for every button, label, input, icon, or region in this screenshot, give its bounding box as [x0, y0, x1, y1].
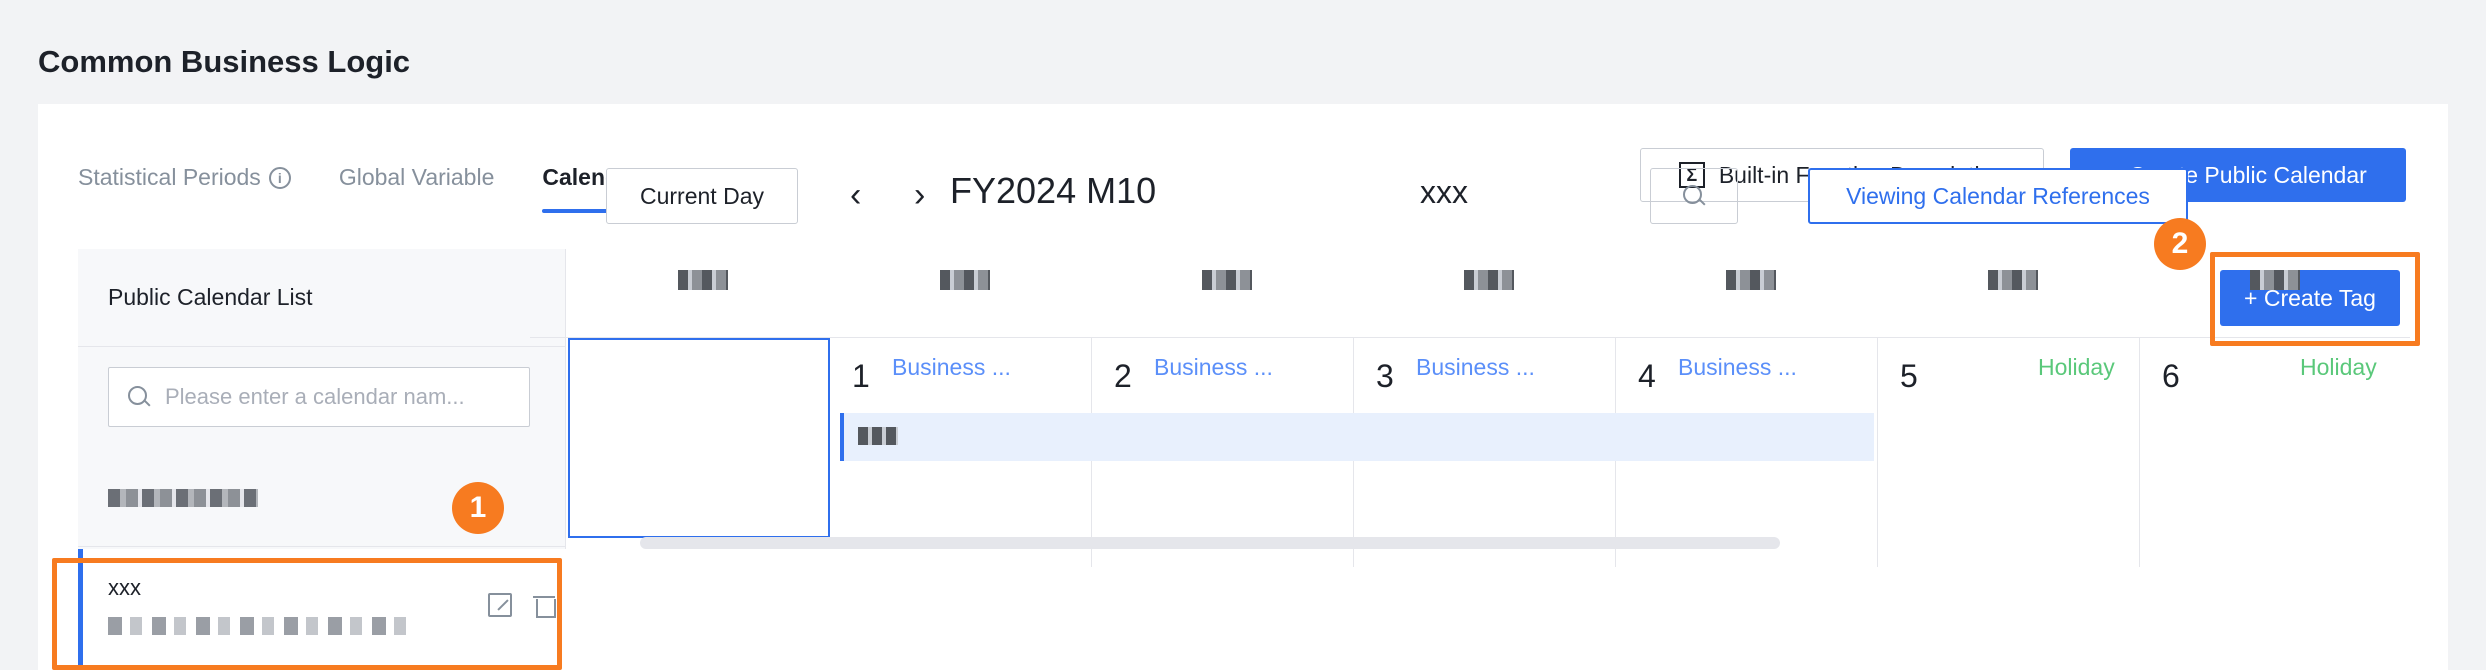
calendar-search-button[interactable]	[1650, 168, 1738, 224]
day-tag: Business ...	[1678, 354, 1797, 380]
day-number: 4	[1638, 358, 1656, 394]
search-placeholder: Please enter a calendar nam...	[165, 384, 465, 409]
day-tag: Business ...	[1154, 354, 1273, 380]
highlight-box-1	[52, 558, 562, 670]
day-tag: Holiday	[2300, 354, 2377, 380]
weekday-label	[678, 270, 728, 290]
day-tag: Business ...	[892, 354, 1011, 380]
event-bar[interactable]	[840, 413, 1874, 461]
weekday-header	[530, 260, 2410, 300]
weekday-label	[940, 270, 990, 290]
weekday-label	[1202, 270, 1252, 290]
search-icon	[1682, 184, 1706, 208]
weekday-label	[1464, 270, 1514, 290]
calendar-day-cell[interactable]: 6 Holiday	[2140, 338, 2402, 567]
day-number: 2	[1114, 358, 1132, 394]
blurred-calendar-name	[108, 489, 258, 507]
tab-label: Global Variable	[338, 164, 495, 190]
current-day-button[interactable]: Current Day	[606, 168, 798, 224]
info-icon[interactable]: i	[268, 166, 291, 189]
calendar-day-cell[interactable]: 5 Holiday	[1878, 338, 2140, 567]
tab-bar: Statistical Periods i Global Variable Ca…	[78, 164, 642, 213]
calendar-name: xxx	[1420, 174, 1468, 210]
day-number: 5	[1900, 358, 1918, 394]
step-badge-1: 1	[452, 482, 504, 534]
tab-statistical-periods[interactable]: Statistical Periods i	[78, 164, 291, 213]
tab-global-variable[interactable]: Global Variable	[339, 164, 495, 213]
sidebar-title: Public Calendar List	[78, 249, 565, 347]
weekday-label	[1726, 270, 1776, 290]
day-number: 6	[2162, 358, 2180, 394]
day-number: 1	[852, 358, 870, 394]
blurred-event-text	[858, 427, 898, 445]
calendar-day-cell-selected[interactable]	[568, 338, 830, 538]
horizontal-scrollbar[interactable]	[640, 537, 1780, 549]
calendar-search-input[interactable]: Please enter a calendar nam...	[108, 367, 530, 427]
tab-label: Statistical Periods	[78, 164, 261, 190]
day-tag: Holiday	[2038, 354, 2115, 380]
day-number: 3	[1376, 358, 1394, 394]
search-icon	[127, 385, 151, 409]
chevron-right-icon[interactable]: ›	[914, 176, 925, 215]
step-badge-2: 2	[2154, 218, 2206, 270]
highlight-box-2	[2210, 252, 2420, 346]
page-title: Common Business Logic	[38, 44, 411, 79]
view-references-button[interactable]: Viewing Calendar References	[1808, 168, 2188, 224]
day-tag: Business ...	[1416, 354, 1535, 380]
period-title: FY2024 M10	[950, 170, 1157, 211]
weekday-label	[1988, 270, 2038, 290]
chevron-left-icon[interactable]: ‹	[850, 176, 861, 215]
